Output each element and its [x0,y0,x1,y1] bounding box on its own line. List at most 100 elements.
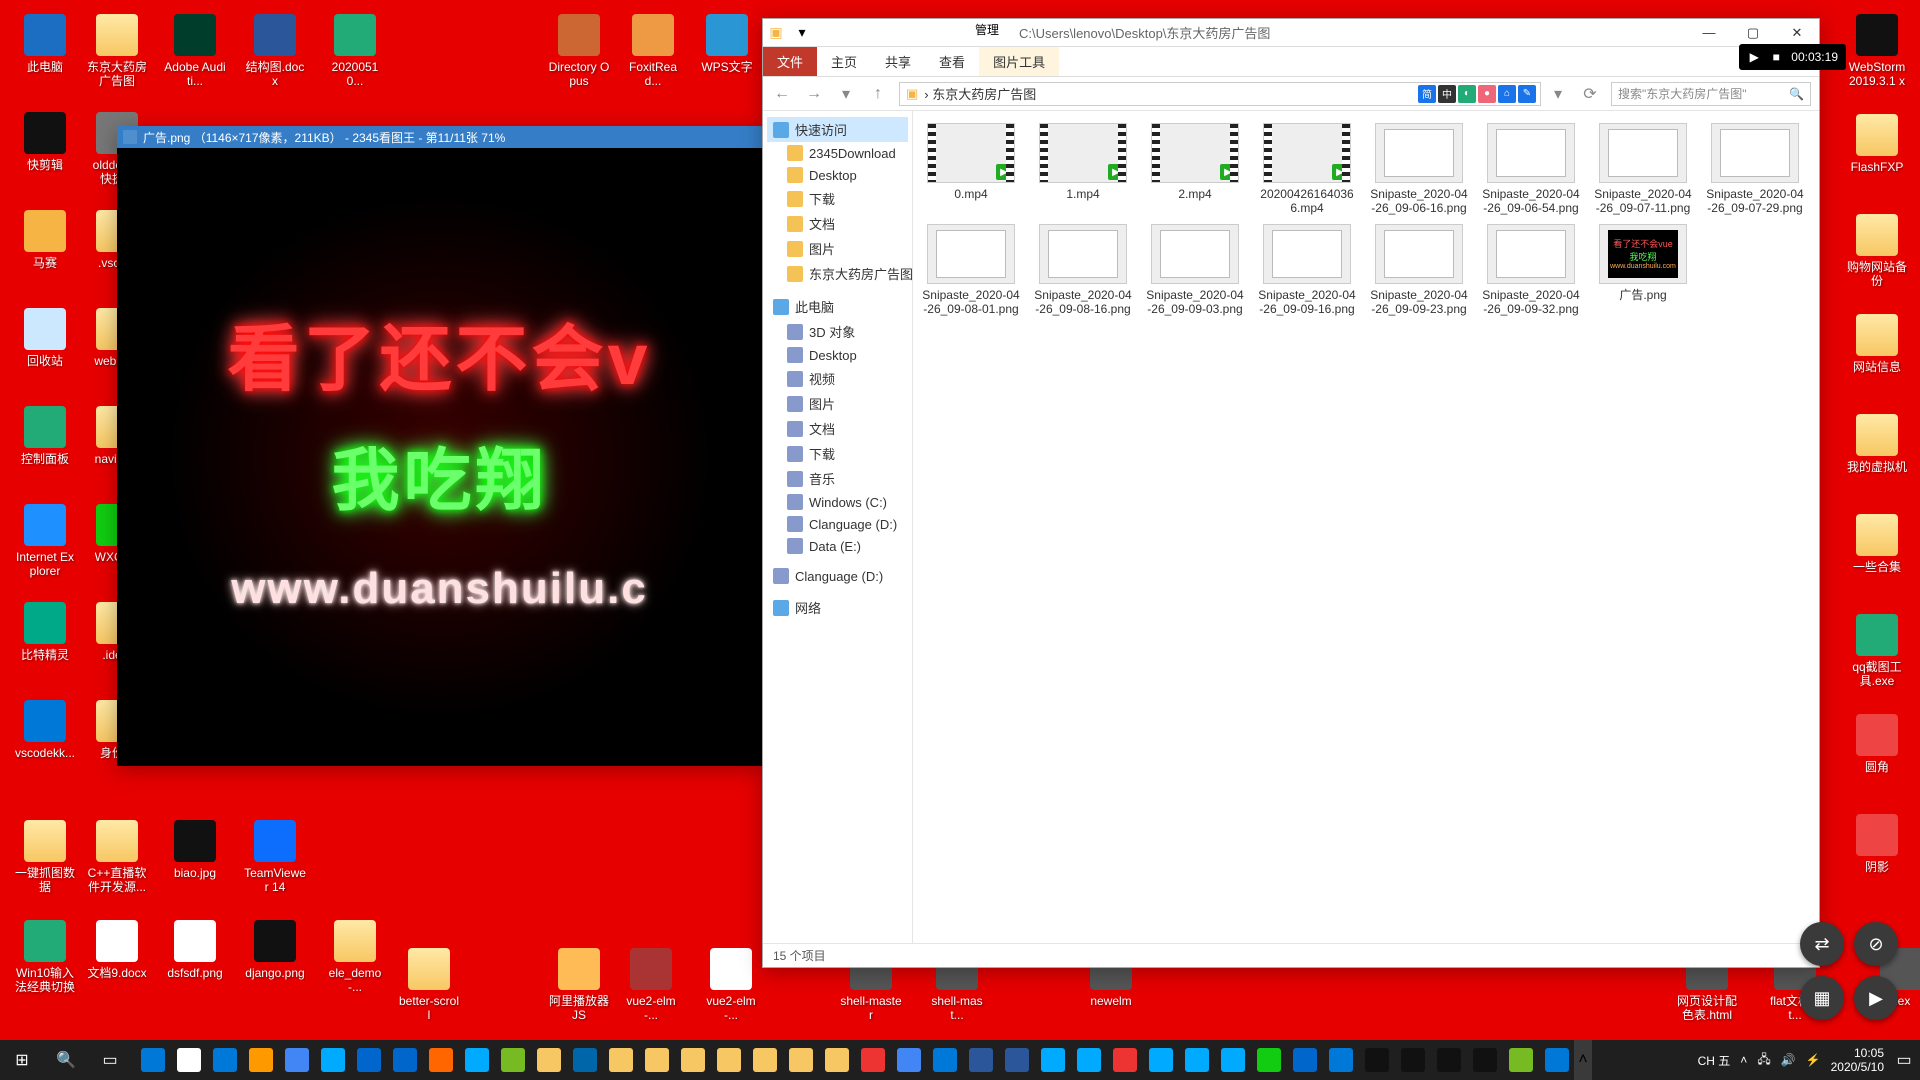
tree-item[interactable]: 2345Download [767,142,908,164]
taskbar-app[interactable] [1360,1040,1394,1080]
taskbar[interactable]: ⊞ 🔍 ▭ ˄ CH 五 ˄ 🖧 🔊 ⚡ 10:05 2020/5/10 ▭ [0,1040,1920,1080]
maximize-button[interactable]: ▢ [1731,19,1775,47]
desktop-icon[interactable]: ele_demo-... [324,920,386,995]
file-item[interactable]: Snipaste_2020-04-26_09-09-03.png [1145,224,1245,317]
tree-item[interactable]: 视频 [767,366,908,391]
ribbon-tab-view[interactable]: 查看 [925,47,979,76]
chip-icon[interactable]: 中 [1438,85,1456,103]
desktop-icon[interactable]: vue2-elm-... [700,948,762,1023]
file-item[interactable]: Snipaste_2020-04-26_09-07-29.png [1705,123,1805,216]
tree-item[interactable]: 网络 [767,595,908,620]
desktop-icon[interactable]: 结构图.docx [244,14,306,89]
file-item[interactable]: ▶0.mp4 [921,123,1021,216]
ribbon-tab-home[interactable]: 主页 [817,47,871,76]
explorer-titlebar[interactable]: ▣ ▾ 管理 C:\Users\lenovo\Desktop\东京大药房广告图 … [763,19,1819,47]
taskbar-app[interactable] [1432,1040,1466,1080]
tree-item[interactable]: 音乐 [767,466,908,491]
taskbar-app[interactable] [1504,1040,1538,1080]
desktop-icon[interactable]: Internet Explorer [14,504,76,579]
tree-item[interactable]: Desktop [767,344,908,366]
desktop-icon[interactable]: C++直播软件开发源... [86,820,148,895]
tree-item[interactable]: Windows (C:) [767,491,908,513]
taskbar-app[interactable] [1288,1040,1322,1080]
desktop-icon[interactable]: biao.jpg [164,820,226,880]
ribbon-tab-file[interactable]: 文件 [763,47,817,76]
taskbar-overflow[interactable]: ˄ [1574,1040,1592,1080]
explorer-file-pane[interactable]: ▶0.mp4▶1.mp4▶2.mp4▶202004261640366.mp4Sn… [913,111,1819,943]
ribbon-tab-share[interactable]: 共享 [871,47,925,76]
system-tray[interactable]: ˄ 🖧 🔊 ⚡ [1740,1050,1820,1071]
taskbar-app[interactable] [640,1040,674,1080]
search-input[interactable]: 搜索"东京大药房广告图" 🔍 [1611,82,1811,106]
desktop-icon[interactable]: 阿里播放器JS [548,948,610,1023]
file-item[interactable]: 看了还不会vue我吃翔www.duanshuilu.com广告.png [1593,224,1693,317]
taskbar-app[interactable] [748,1040,782,1080]
desktop-icon[interactable]: 东京大药房广告图 [86,14,148,89]
desktop-icon[interactable]: 圆角 [1846,714,1908,774]
tree-item[interactable]: Data (E:) [767,535,908,557]
image-viewer-titlebar[interactable]: 广告.png （1146×717像素，211KB） - 2345看图王 - 第1… [117,126,762,148]
tree-item[interactable]: Clanguage (D:) [767,565,908,587]
taskbar-app[interactable] [676,1040,710,1080]
taskbar-app[interactable] [1468,1040,1502,1080]
file-item[interactable]: Snipaste_2020-04-26_09-08-16.png [1033,224,1133,317]
file-item[interactable]: Snipaste_2020-04-26_09-09-32.png [1481,224,1581,317]
tree-item[interactable]: 东京大药房广告图 [767,261,908,286]
file-item[interactable]: ▶202004261640366.mp4 [1257,123,1357,216]
taskbar-app[interactable] [1144,1040,1178,1080]
file-item[interactable]: ▶2.mp4 [1145,123,1245,216]
desktop-icon[interactable]: django.png [244,920,306,980]
battery-icon[interactable]: ⚡ [1806,1053,1821,1067]
desktop-icon[interactable]: Win10输入法经典切换 [14,920,76,995]
breadcrumb[interactable]: › 东京大药房广告图 [924,84,1036,103]
tree-item[interactable]: 快速访问 [767,117,908,142]
desktop-icon[interactable]: 一些合集 [1846,514,1908,574]
notification-button[interactable]: ▭ [1894,1040,1914,1080]
nav-up-button[interactable]: ↑ [867,83,889,105]
explorer-tree[interactable]: 快速访问2345DownloadDesktop下载文档图片东京大药房广告图此电脑… [763,111,913,943]
refresh-button[interactable]: ⟳ [1579,83,1601,105]
desktop-icon[interactable]: WPS文字 [696,14,758,74]
taskbar-app[interactable] [352,1040,386,1080]
file-item[interactable]: Snipaste_2020-04-26_09-06-54.png [1481,123,1581,216]
desktop-icon[interactable]: dsfsdf.png [164,920,226,980]
desktop-icon[interactable]: 一键抓图数据 [14,820,76,895]
tree-item[interactable]: 文档 [767,211,908,236]
play-icon[interactable]: ▶ [1747,50,1761,64]
tree-item[interactable]: Clanguage (D:) [767,513,908,535]
file-item[interactable]: Snipaste_2020-04-26_09-09-16.png [1257,224,1357,317]
desktop-icon[interactable]: Adobe Auditi... [164,14,226,89]
taskbar-app[interactable] [1108,1040,1142,1080]
file-item[interactable]: Snipaste_2020-04-26_09-06-16.png [1369,123,1469,216]
taskbar-app[interactable] [1396,1040,1430,1080]
float-button-play[interactable]: ▶ [1854,976,1898,1020]
taskbar-app[interactable] [820,1040,854,1080]
address-dropdown-button[interactable]: ▾ [1547,83,1569,105]
taskbar-app[interactable] [1036,1040,1070,1080]
close-button[interactable]: ✕ [1775,19,1819,47]
search-button[interactable]: 🔍 [44,1040,88,1080]
desktop-icon[interactable]: qq截图工具.exe [1846,614,1908,689]
taskbar-app[interactable] [172,1040,206,1080]
taskbar-app[interactable] [604,1040,638,1080]
taskbar-app[interactable] [424,1040,458,1080]
tree-item[interactable]: 下载 [767,441,908,466]
taskbar-app[interactable] [388,1040,422,1080]
file-item[interactable]: Snipaste_2020-04-26_09-08-01.png [921,224,1021,317]
taskbar-clock[interactable]: 10:05 2020/5/10 [1831,1046,1884,1075]
video-time-badge[interactable]: ▶ ■ 00:03:19 [1739,44,1846,70]
taskbar-app[interactable] [1216,1040,1250,1080]
taskbar-app[interactable] [784,1040,818,1080]
desktop-icon[interactable]: 网站信息 [1846,314,1908,374]
file-item[interactable]: Snipaste_2020-04-26_09-07-11.png [1593,123,1693,216]
ime-indicator[interactable]: CH 五 [1698,1052,1731,1069]
taskbar-app[interactable] [892,1040,926,1080]
desktop-icon[interactable]: 文档9.docx [86,920,148,980]
taskbar-app[interactable] [244,1040,278,1080]
nav-history-button[interactable]: ▾ [835,83,857,105]
taskbar-app[interactable] [1072,1040,1106,1080]
taskbar-app[interactable] [1000,1040,1034,1080]
chip-icon[interactable]: ✎ [1518,85,1536,103]
tree-item[interactable]: 此电脑 [767,294,908,319]
desktop-icon[interactable]: vue2-elm-... [620,948,682,1023]
